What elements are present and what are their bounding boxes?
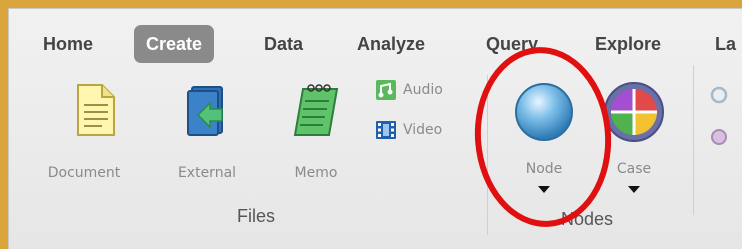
ribbon-window: Home Create Data Analyze Query Explore L… <box>8 8 742 249</box>
external-label: External <box>177 165 237 181</box>
relationship-icon[interactable] <box>709 85 729 105</box>
external-icon <box>187 86 223 136</box>
files-group-label: Files <box>237 206 276 226</box>
highlight-annotation <box>468 42 618 232</box>
tab-explore[interactable]: Explore <box>595 25 661 63</box>
tab-create[interactable]: Create <box>134 25 215 63</box>
tab-la[interactable]: La <box>715 25 736 63</box>
tab-analyze[interactable]: Analyze <box>357 25 425 63</box>
memo-label: Memo <box>294 165 338 181</box>
audio-button[interactable]: Audio <box>375 79 443 101</box>
memo-button[interactable]: Memo <box>281 79 351 189</box>
tab-data[interactable]: Data <box>264 25 303 63</box>
set-icon[interactable] <box>709 127 729 147</box>
audio-icon <box>376 80 396 100</box>
memo-icon <box>293 84 339 136</box>
video-button[interactable]: Video <box>375 119 442 141</box>
video-label: Video <box>403 122 443 138</box>
document-icon <box>77 84 115 136</box>
case-icon <box>604 82 664 142</box>
document-label: Document <box>47 165 121 181</box>
tab-home[interactable]: Home <box>43 25 93 63</box>
case-dropdown-arrow-icon[interactable] <box>628 186 640 193</box>
audio-label: Audio <box>403 82 443 98</box>
video-icon <box>376 121 396 139</box>
document-button[interactable]: Document <box>39 79 129 189</box>
group-divider-2 <box>693 65 694 215</box>
case-label: Case <box>616 161 652 177</box>
external-button[interactable]: External <box>167 79 247 189</box>
